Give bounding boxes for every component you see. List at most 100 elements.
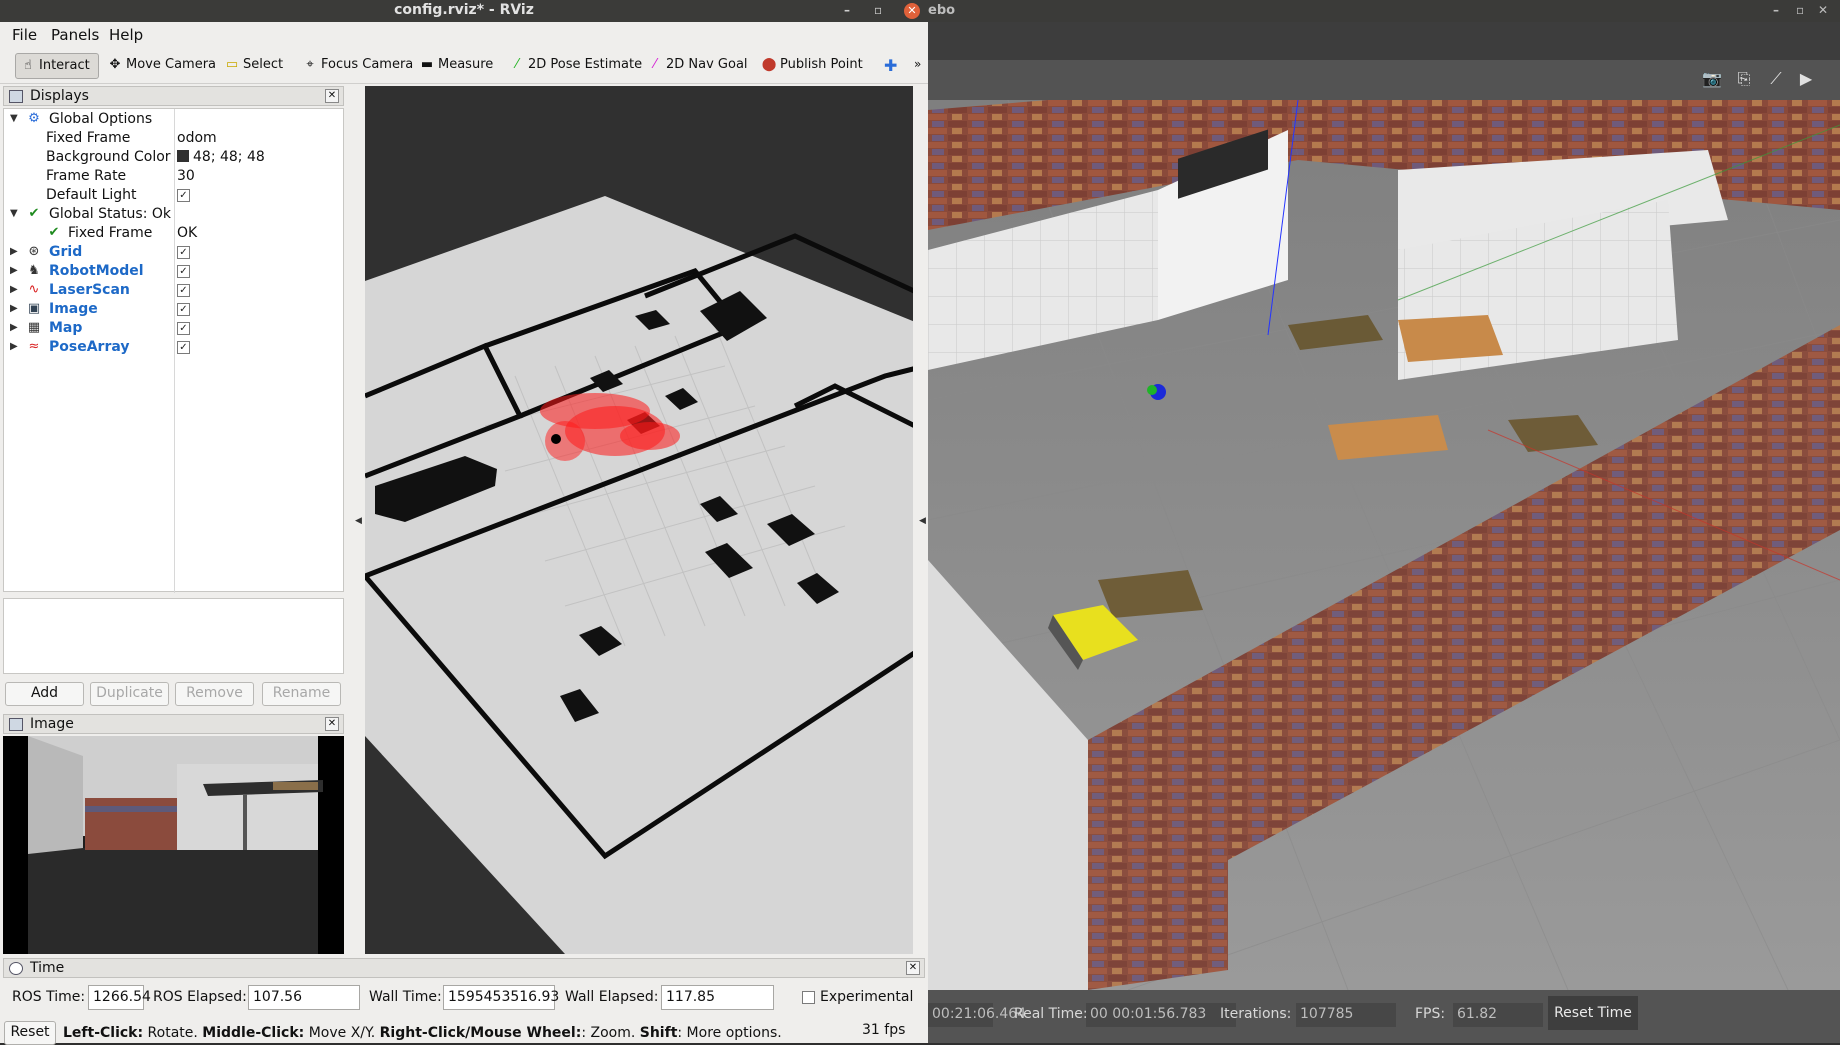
menu-file[interactable]: File	[12, 26, 37, 44]
collapse-right-icon[interactable]: ◀	[919, 516, 926, 526]
tool-2d-pose-estimate[interactable]: ⁄ 2D Pose Estimate	[505, 53, 646, 79]
display-name: Grid	[49, 244, 83, 260]
menu-help[interactable]: Help	[109, 26, 143, 44]
tree-row-fixed-frame[interactable]: Fixed Frame odom	[4, 129, 345, 148]
overflow-icon[interactable]: »	[910, 53, 925, 79]
camera-icon[interactable]: 📷	[1700, 69, 1724, 89]
close-icon[interactable]: ✕	[1818, 3, 1828, 17]
tree-row-grid[interactable]: ▶ ⊛ Grid ✓	[4, 243, 345, 262]
tool-2d-nav-goal[interactable]: ⁄ 2D Nav Goal	[643, 53, 752, 79]
gazebo-3d-scene[interactable]	[928, 100, 1840, 990]
robot-icon: ♞	[28, 263, 40, 278]
tree-row-robotmodel[interactable]: ▶ ♞ RobotModel ✓	[4, 262, 345, 281]
close-icon[interactable]: ✕	[904, 3, 920, 19]
expand-arrow-icon[interactable]: ▼	[10, 113, 18, 124]
background-color-value[interactable]: 48; 48; 48	[177, 149, 265, 165]
monitor-icon	[9, 90, 23, 103]
menu-bar: File Panels Help	[0, 22, 928, 48]
add-button[interactable]: Add	[5, 682, 84, 706]
ros-time-field[interactable]: 1266.54	[88, 985, 151, 1010]
expand-arrow-icon[interactable]: ▶	[10, 284, 18, 295]
reset-time-button[interactable]: Reset Time	[1548, 996, 1638, 1030]
wall-elapsed-field[interactable]: 117.85	[661, 985, 774, 1010]
occupancy-map	[365, 196, 913, 954]
tree-row-background-color[interactable]: Background Color 48; 48; 48	[4, 148, 345, 167]
expand-arrow-icon[interactable]: ▶	[10, 341, 18, 352]
tool-publish-point[interactable]: ⬤ Publish Point	[757, 53, 867, 79]
tool-label: Publish Point	[780, 57, 863, 72]
reset-button[interactable]: Reset	[4, 1021, 56, 1045]
ros-elapsed-field[interactable]: 107.56	[248, 985, 360, 1010]
display-enabled-checkbox[interactable]: ✓	[177, 341, 190, 354]
wall-elapsed-label: Wall Elapsed:	[565, 989, 659, 1005]
expand-arrow-icon[interactable]: ▶	[10, 322, 18, 333]
tool-interact[interactable]: ☝ Interact	[15, 53, 99, 79]
display-enabled-checkbox[interactable]: ✓	[177, 265, 190, 278]
tree-row-laserscan[interactable]: ▶ ∿ LaserScan ✓	[4, 281, 345, 300]
tree-label: Background Color	[46, 149, 171, 165]
minimize-icon[interactable]: –	[844, 3, 850, 17]
plot-icon[interactable]: ⟋	[1764, 69, 1788, 89]
fixed-frame-value[interactable]: odom	[177, 130, 217, 146]
iterations-value: 107785	[1296, 1003, 1396, 1027]
tool-bar: ☝ Interact ✥ Move Camera ▭ Select ⌖ Focus Ca…	[0, 48, 928, 84]
tree-row-frame-rate[interactable]: Frame Rate 30	[4, 167, 345, 186]
status-bar: Reset Left-Click: Rotate. Middle-Click: …	[0, 1016, 928, 1045]
tree-row-image[interactable]: ▶ ▣ Image ✓	[4, 300, 345, 319]
hint-text: Move X/Y.	[304, 1025, 380, 1041]
tool-measure[interactable]: ▬ Measure	[415, 53, 497, 79]
tree-label: Fixed Frame	[46, 130, 131, 146]
time-panel-header: Time ✕	[3, 958, 925, 978]
video-icon[interactable]: ▶	[1794, 69, 1818, 89]
expand-arrow-icon[interactable]: ▶	[10, 246, 18, 257]
frame-rate-value[interactable]: 30	[177, 168, 195, 184]
hint-text: Rotate.	[143, 1025, 203, 1041]
menu-panels[interactable]: Panels	[51, 26, 99, 44]
nav-goal-icon: ⁄	[653, 57, 657, 72]
displays-title: Displays	[30, 88, 89, 104]
tree-label: Frame Rate	[46, 168, 127, 184]
minimize-icon[interactable]: –	[1773, 3, 1779, 17]
remove-button[interactable]: Remove	[175, 682, 254, 706]
gazebo-title: ebo	[928, 3, 956, 18]
tool-label: Move Camera	[126, 57, 217, 72]
tree-row-global-status[interactable]: ▼ ✔ Global Status: Ok	[4, 205, 345, 224]
tool-move-camera[interactable]: ✥ Move Camera	[103, 53, 220, 79]
tree-row-default-light[interactable]: Default Light ✓	[4, 186, 345, 205]
collapse-left-icon[interactable]: ◀	[355, 516, 362, 526]
tree-row-global-options[interactable]: ▼ ⚙ Global Options	[4, 110, 345, 129]
camera-image-view	[3, 736, 344, 954]
tree-row-status-fixed-frame[interactable]: ✔ Fixed Frame OK	[4, 224, 345, 243]
tree-row-posearray[interactable]: ▶ ≈ PoseArray ✓	[4, 338, 345, 357]
tool-focus-camera[interactable]: ⌖ Focus Camera	[298, 53, 417, 79]
wall-time-field[interactable]: 1595453516.93	[443, 985, 559, 1010]
add-tool-icon[interactable]: ✚	[880, 52, 901, 78]
expand-arrow-icon[interactable]: ▶	[10, 265, 18, 276]
display-name: LaserScan	[49, 282, 130, 298]
default-light-checkbox[interactable]: ✓	[177, 189, 190, 202]
displays-tree: ▼ ⚙ Global Options Fixed Frame odom Back…	[3, 108, 345, 593]
rviz-3d-view[interactable]	[365, 86, 913, 954]
display-name: RobotModel	[49, 263, 144, 279]
image-icon	[9, 718, 23, 731]
display-enabled-checkbox[interactable]: ✓	[177, 284, 190, 297]
tool-select[interactable]: ▭ Select	[220, 53, 287, 79]
gazebo-status-bar: 00:21:06.464 Real Time: 00 00:01:56.783 …	[928, 990, 1840, 1043]
close-icon[interactable]: ✕	[906, 961, 920, 975]
rename-button[interactable]: Rename	[262, 682, 341, 706]
duplicate-button[interactable]: Duplicate	[90, 682, 169, 706]
log-icon[interactable]: ⎘	[1732, 69, 1756, 89]
experimental-checkbox[interactable]	[802, 991, 815, 1004]
tree-row-map[interactable]: ▶ ▦ Map ✓	[4, 319, 345, 338]
pose-estimate-icon: ⁄	[515, 57, 519, 72]
maximize-icon[interactable]: ▫	[1796, 3, 1804, 17]
expand-arrow-icon[interactable]: ▶	[10, 303, 18, 314]
display-enabled-checkbox[interactable]: ✓	[177, 246, 190, 259]
clock-icon	[9, 962, 23, 975]
expand-arrow-icon[interactable]: ▼	[10, 208, 18, 219]
display-enabled-checkbox[interactable]: ✓	[177, 322, 190, 335]
display-enabled-checkbox[interactable]: ✓	[177, 303, 190, 316]
close-icon[interactable]: ✕	[325, 717, 339, 731]
maximize-icon[interactable]: ▫	[874, 3, 882, 17]
close-icon[interactable]: ✕	[325, 89, 339, 103]
